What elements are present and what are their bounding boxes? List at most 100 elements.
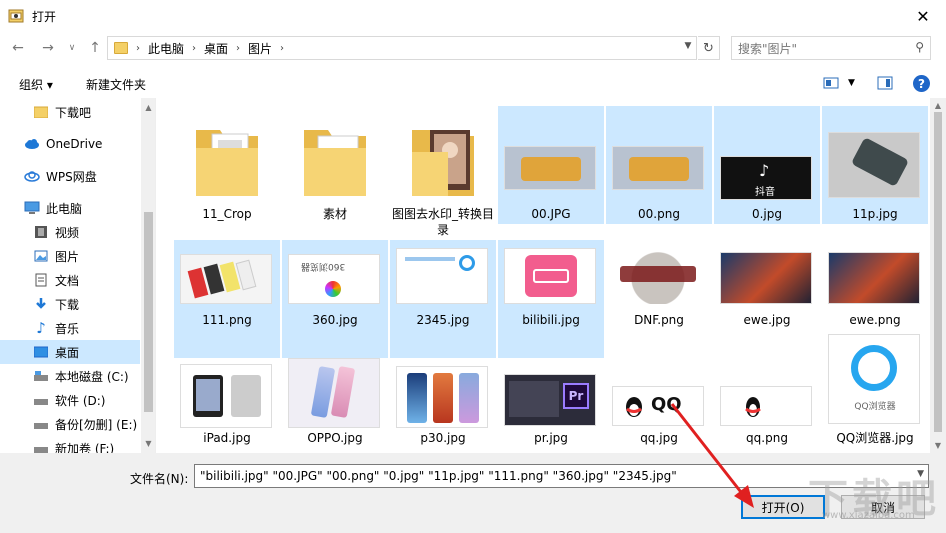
- up-arrow-icon: ↑: [89, 40, 101, 56]
- scroll-up-icon[interactable]: ▲: [141, 100, 155, 115]
- file-list-scrollbar[interactable]: ▲ ▼: [930, 98, 946, 453]
- open-button[interactable]: 打开(O): [741, 495, 825, 519]
- sidebar-scrollbar[interactable]: ▲ ▼: [141, 98, 155, 453]
- tiktok-logo-icon: ♪: [759, 161, 770, 180]
- sidebar-item-videos[interactable]: 视频: [0, 220, 140, 244]
- sidebar-item-drive-c[interactable]: 本地磁盘 (C:): [0, 364, 140, 388]
- view-dropdown-icon[interactable]: ▼: [848, 78, 855, 88]
- help-button[interactable]: ?: [913, 75, 930, 92]
- file-item-sucai[interactable]: 素材: [282, 106, 388, 224]
- file-name: ewe.jpg: [743, 313, 791, 327]
- premiere-thumbnail: Pr: [504, 374, 596, 426]
- file-item-00-jpg[interactable]: 00.JPG: [498, 106, 604, 224]
- sidebar-item-music[interactable]: ♪ 音乐: [0, 316, 140, 340]
- chevron-down-icon[interactable]: ▼: [917, 469, 924, 479]
- recent-locations-button[interactable]: ∨: [62, 38, 82, 58]
- bilibili-logo-icon: [525, 255, 577, 297]
- view-options-icon[interactable]: [823, 76, 839, 90]
- game-art-thumbnail: [720, 252, 812, 304]
- file-item-360-jpg[interactable]: 360浏览器 360.jpg: [282, 240, 388, 358]
- forward-button[interactable]: →: [38, 38, 58, 58]
- file-item-bilibili-jpg[interactable]: bilibili.jpg: [498, 240, 604, 358]
- qq-browser-logo-icon: [851, 345, 897, 391]
- filename-input[interactable]: "bilibili.jpg" "00.JPG" "00.png" "0.jpg"…: [194, 464, 929, 488]
- sidebar-item-documents[interactable]: 文档: [0, 268, 140, 292]
- close-button[interactable]: ✕: [900, 0, 946, 32]
- file-item-pr-jpg[interactable]: Pr pr.jpg: [498, 358, 604, 453]
- scroll-up-icon[interactable]: ▲: [930, 98, 946, 112]
- sidebar-item-drive-d[interactable]: 软件 (D:): [0, 388, 140, 412]
- file-item-11-crop[interactable]: 11_Crop: [174, 106, 280, 224]
- organize-menu[interactable]: 组织 ▾: [19, 76, 53, 93]
- thumbnail-caption: QQ: [651, 394, 682, 415]
- file-item-qq-browser-jpg[interactable]: QQ浏览器 QQ浏览器.jpg: [822, 334, 928, 452]
- file-item-dnf-png[interactable]: DNF.png: [606, 240, 712, 358]
- sidebar-item-drive-f[interactable]: 新加卷 (F:): [0, 436, 140, 453]
- sidebar-item-wps-cloud[interactable]: WPS网盘: [0, 164, 140, 188]
- app-icon: [8, 8, 24, 24]
- scroll-down-icon[interactable]: ▼: [141, 436, 155, 451]
- search-box[interactable]: 搜索"图片" ⚲: [731, 36, 931, 60]
- qq-logo-thumbnail: [720, 386, 812, 426]
- file-name: DNF.png: [634, 313, 684, 327]
- address-field[interactable]: › 此电脑 › 桌面 › 图片 ›: [107, 36, 697, 60]
- preview-pane-icon[interactable]: [877, 76, 893, 90]
- refresh-button[interactable]: ↻: [698, 36, 720, 60]
- back-arrow-icon: ←: [12, 40, 24, 56]
- file-item-11p-jpg[interactable]: 11p.jpg: [822, 106, 928, 224]
- search-input[interactable]: 搜索"图片": [738, 40, 797, 57]
- sidebar-item-drive-e[interactable]: 备份[勿删] (E:): [0, 412, 140, 436]
- wps-cloud-icon: [24, 168, 40, 184]
- file-name: p30.jpg: [420, 431, 466, 445]
- drive-icon: [33, 440, 49, 453]
- sidebar-item-desktop[interactable]: 桌面: [0, 340, 140, 364]
- cancel-button[interactable]: 取消: [841, 495, 925, 519]
- 360-browser-thumbnail: 360浏览器: [288, 254, 380, 304]
- new-folder-button[interactable]: 新建文件夹: [86, 76, 146, 93]
- folder-icon: [33, 104, 49, 120]
- file-item-0-jpg[interactable]: ♪ 抖音 0.jpg: [714, 106, 820, 224]
- file-item-2345-jpg[interactable]: 2345.jpg: [390, 240, 496, 358]
- scroll-down-icon[interactable]: ▼: [930, 438, 946, 452]
- sidebar-item-this-pc[interactable]: 此电脑: [0, 196, 140, 220]
- file-item-p30-jpg[interactable]: p30.jpg: [390, 358, 496, 453]
- close-icon: ✕: [916, 6, 930, 26]
- file-name: 11p.jpg: [852, 207, 898, 221]
- file-item-111-png[interactable]: 111.png: [174, 240, 280, 358]
- file-item-oppo-jpg[interactable]: OPPO.jpg: [282, 358, 388, 453]
- game-logo-thumbnail: [612, 146, 704, 190]
- file-item-qq-png[interactable]: qq.png: [714, 358, 820, 453]
- documents-icon: [33, 272, 49, 288]
- file-name: qq.png: [746, 431, 788, 445]
- sidebar-item-label: 备份[勿删] (E:): [55, 417, 138, 432]
- breadcrumb-desktop[interactable]: 桌面: [204, 40, 228, 57]
- file-name: 00.JPG: [531, 207, 571, 221]
- file-name: 图图去水印_转换目录: [392, 207, 495, 237]
- file-item-00-png[interactable]: 00.png: [606, 106, 712, 224]
- sidebar-item-pictures[interactable]: 图片: [0, 244, 140, 268]
- file-item-ewe-jpg[interactable]: ewe.jpg: [714, 240, 820, 358]
- breadcrumb-this-pc[interactable]: 此电脑: [148, 40, 184, 57]
- file-name: QQ浏览器.jpg: [836, 431, 914, 445]
- file-item-ipad-jpg[interactable]: iPad.jpg: [174, 358, 280, 453]
- file-item-qq-jpg[interactable]: QQ qq.jpg: [606, 358, 712, 453]
- sidebar-item-label: WPS网盘: [46, 169, 97, 184]
- file-name: 素材: [322, 207, 347, 221]
- computer-icon: [24, 200, 40, 216]
- sidebar-item-onedrive[interactable]: OneDrive: [0, 132, 140, 156]
- breadcrumb-pictures[interactable]: 图片: [248, 40, 272, 57]
- qq-penguin-icon: [626, 397, 642, 417]
- scrollbar-thumb[interactable]: [934, 112, 942, 432]
- up-button[interactable]: ↑: [85, 38, 105, 58]
- sidebar-item-label: 下载吧: [55, 105, 92, 120]
- file-item-tutu-folder[interactable]: 图图去水印_转换目录: [390, 106, 496, 237]
- thumbnail-caption: 360浏览器: [301, 261, 346, 271]
- cloud-icon: [24, 136, 40, 152]
- sidebar-item-xiazaiba[interactable]: 下载吧: [0, 100, 140, 124]
- address-dropdown-button[interactable]: ▼: [680, 36, 696, 56]
- scrollbar-thumb[interactable]: [144, 212, 153, 412]
- chevron-down-icon: ∨: [68, 43, 76, 53]
- sidebar-item-downloads[interactable]: 下载: [0, 292, 140, 316]
- file-name: 00.png: [638, 207, 680, 221]
- back-button[interactable]: ←: [8, 38, 28, 58]
